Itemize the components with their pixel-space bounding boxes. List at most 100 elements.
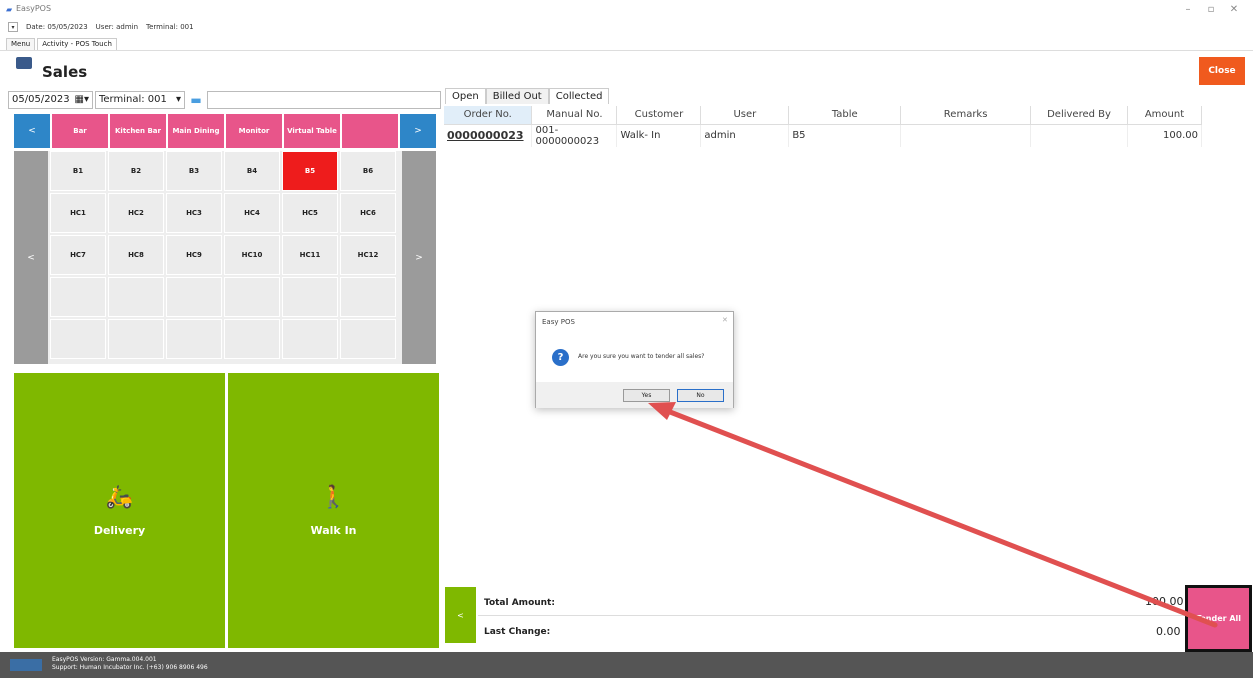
table-cell-empty <box>340 277 396 317</box>
filter-bar: 05/05/2023 ▦▾ Terminal: 001 ▾ ▬ <box>8 91 441 109</box>
col-customer[interactable]: Customer <box>616 106 702 125</box>
table-cell-b3[interactable]: B3 <box>166 151 222 191</box>
tab-menu[interactable]: Menu <box>6 38 36 50</box>
cell-remarks <box>900 124 1032 147</box>
table-cell-hc11[interactable]: HC11 <box>282 235 338 275</box>
table-cell-b1[interactable]: B1 <box>50 151 106 191</box>
tab-billed-out[interactable]: Billed Out <box>485 88 549 104</box>
last-change-label: Last Change: <box>484 627 551 637</box>
table-cell-empty <box>282 319 338 359</box>
col-user[interactable]: User <box>700 106 790 125</box>
close-button[interactable]: Close <box>1199 57 1245 85</box>
cell-delivered-by <box>1030 124 1128 147</box>
dialog-close-icon[interactable]: ✕ <box>722 316 728 324</box>
tab-open[interactable]: Open <box>445 88 486 104</box>
last-change-value: 0.00 <box>1156 625 1181 638</box>
walkin-button[interactable]: 🚶 Walk In <box>228 373 439 648</box>
calendar-icon[interactable]: ▦▾ <box>75 94 89 106</box>
tab-pos-touch[interactable]: Activity - POS Touch <box>37 38 117 50</box>
pos-window: ▰ EasyPOS – ▫ ✕ ▾ Date: 05/05/2023 User:… <box>0 0 1253 678</box>
tab-collected[interactable]: Collected <box>548 88 610 104</box>
monitor-icon <box>16 57 32 69</box>
cell-customer: Walk- In <box>616 124 702 147</box>
status-text: EasyPOS Version: Gamma.004.001 Support: … <box>52 656 208 672</box>
group-monitor[interactable]: Monitor <box>226 114 282 148</box>
search-input[interactable] <box>207 91 441 109</box>
group-bar[interactable]: Bar <box>52 114 108 148</box>
app-title: EasyPOS <box>16 4 52 13</box>
table-cell-b5[interactable]: B5 <box>282 151 338 191</box>
table-cell-hc1[interactable]: HC1 <box>50 193 106 233</box>
dialog-no-button[interactable]: No <box>677 389 724 402</box>
cell-manual-no: 001-0000000023 <box>531 124 618 147</box>
col-delivered-by[interactable]: Delivered By <box>1030 106 1128 125</box>
table-cell-empty <box>282 277 338 317</box>
table-cell-hc3[interactable]: HC3 <box>166 193 222 233</box>
delivery-scooter-icon: 🛵 <box>105 484 134 510</box>
status-version: EasyPOS Version: Gamma.004.001 <box>52 656 157 663</box>
group-virtual-table[interactable]: Virtual Table <box>284 114 340 148</box>
col-table[interactable]: Table <box>788 106 902 125</box>
col-order-no[interactable]: Order No. <box>444 106 533 125</box>
col-amount[interactable]: Amount <box>1127 106 1203 125</box>
table-cell-empty <box>50 319 106 359</box>
confirm-dialog: Easy POS ✕ ? Are you sure you want to te… <box>535 311 734 408</box>
table-cell-hc10[interactable]: HC10 <box>224 235 280 275</box>
system-user: User: admin <box>95 23 139 31</box>
tables-next-button[interactable]: > <box>402 151 436 364</box>
group-kitchen-bar[interactable]: Kitchen Bar <box>110 114 166 148</box>
dialog-yes-button[interactable]: Yes <box>623 389 670 402</box>
arrow-line <box>662 407 1218 628</box>
group-empty[interactable] <box>342 114 398 148</box>
page-title: Sales <box>42 63 88 81</box>
delivery-button[interactable]: 🛵 Delivery <box>14 373 225 648</box>
table-cell-hc12[interactable]: HC12 <box>340 235 396 275</box>
sales-table: Order No. Manual No. Customer User Table… <box>444 106 1203 147</box>
table-row[interactable]: 0000000023 001-0000000023 Walk- In admin… <box>444 124 1203 147</box>
group-next-button[interactable]: > <box>400 114 436 148</box>
system-date: Date: 05/05/2023 <box>26 23 88 31</box>
terminal-select[interactable]: Terminal: 001 ▾ <box>95 91 185 109</box>
table-cell-hc8[interactable]: HC8 <box>108 235 164 275</box>
maximize-button[interactable]: ▫ <box>1201 4 1221 15</box>
table-cell-hc9[interactable]: HC9 <box>166 235 222 275</box>
table-cell-hc6[interactable]: HC6 <box>340 193 396 233</box>
totals-divider <box>478 615 1186 616</box>
walkin-label: Walk In <box>310 523 357 537</box>
system-terminal: Terminal: 001 <box>146 23 194 31</box>
group-main-dining[interactable]: Main Dining <box>168 114 224 148</box>
module-tabs: Menu Activity - POS Touch <box>6 38 117 50</box>
tables-prev-button[interactable]: < <box>14 151 48 364</box>
table-cell-b2[interactable]: B2 <box>108 151 164 191</box>
table-cell-empty <box>108 319 164 359</box>
group-prev-button[interactable]: < <box>14 114 50 148</box>
tender-all-button[interactable]: Tender All <box>1185 585 1252 652</box>
col-remarks[interactable]: Remarks <box>900 106 1032 125</box>
chevron-down-icon[interactable]: ▾ <box>8 22 18 32</box>
col-manual-no[interactable]: Manual No. <box>531 106 618 125</box>
table-cell-hc2[interactable]: HC2 <box>108 193 164 233</box>
table-cells: B1 B2 B3 B4 B5 B6 HC1 HC2 HC3 HC4 HC5 HC6 HC7 HC8 HC9 H… <box>50 151 402 359</box>
totals-prev-button[interactable]: < <box>445 587 476 643</box>
table-cell-hc7[interactable]: HC7 <box>50 235 106 275</box>
table-cell-hc4[interactable]: HC4 <box>224 193 280 233</box>
app-logo-icon: ▰ <box>6 5 13 14</box>
cell-order-no[interactable]: 0000000023 <box>444 124 533 147</box>
cell-user: admin <box>700 124 790 147</box>
minimize-button[interactable]: – <box>1178 4 1198 15</box>
table-cell-b6[interactable]: B6 <box>340 151 396 191</box>
table-cell-hc5[interactable]: HC5 <box>282 193 338 233</box>
table-cell-empty <box>50 277 106 317</box>
table-cell-b4[interactable]: B4 <box>224 151 280 191</box>
table-cell-empty <box>224 319 280 359</box>
chevron-down-icon[interactable]: ▾ <box>176 94 181 106</box>
total-amount-label: Total Amount: <box>484 598 555 608</box>
total-amount-value: 100.00 <box>1145 595 1184 608</box>
refresh-icon[interactable]: ▬ <box>187 91 205 109</box>
table-cell-empty <box>166 277 222 317</box>
date-value: 05/05/2023 <box>12 94 70 105</box>
page-header <box>0 50 1253 90</box>
date-picker[interactable]: 05/05/2023 ▦▾ <box>8 91 93 109</box>
close-window-button[interactable]: ✕ <box>1224 4 1244 15</box>
table-cell-empty <box>340 319 396 359</box>
